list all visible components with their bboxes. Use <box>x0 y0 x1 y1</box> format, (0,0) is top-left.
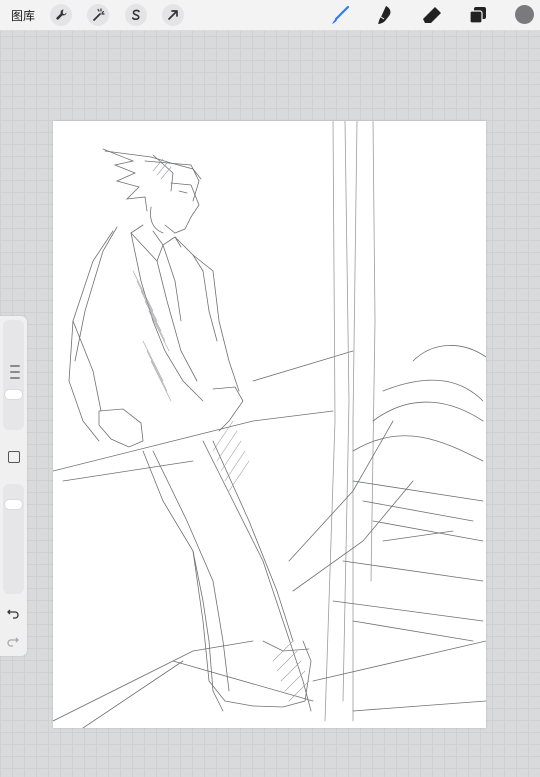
slider-grip <box>10 371 20 373</box>
opacity-handle[interactable] <box>5 500 22 509</box>
layers-icon[interactable] <box>467 4 489 26</box>
magic-wand-icon[interactable] <box>87 4 109 26</box>
gallery-button[interactable]: 图库 <box>11 7 35 24</box>
sketch-drawing <box>53 121 486 728</box>
wrench-icon[interactable] <box>50 4 72 26</box>
modify-square-icon[interactable] <box>8 451 20 463</box>
smudge-icon[interactable] <box>374 4 396 26</box>
slider-grip <box>10 365 20 367</box>
top-toolbar: 图库 <box>0 0 540 31</box>
redo-icon[interactable] <box>6 633 20 647</box>
undo-icon[interactable] <box>6 605 20 619</box>
eraser-icon[interactable] <box>421 4 443 26</box>
brush-size-slider[interactable] <box>3 320 24 430</box>
drawing-canvas[interactable] <box>53 121 486 728</box>
left-sidebar <box>0 316 27 656</box>
transform-arrow-icon[interactable] <box>162 4 184 26</box>
color-picker-button[interactable] <box>515 5 534 24</box>
selection-s-icon[interactable] <box>125 4 147 26</box>
brush-size-handle[interactable] <box>5 390 22 399</box>
slider-grip <box>10 377 20 379</box>
brush-icon[interactable] <box>329 4 351 26</box>
opacity-slider[interactable] <box>3 484 24 594</box>
